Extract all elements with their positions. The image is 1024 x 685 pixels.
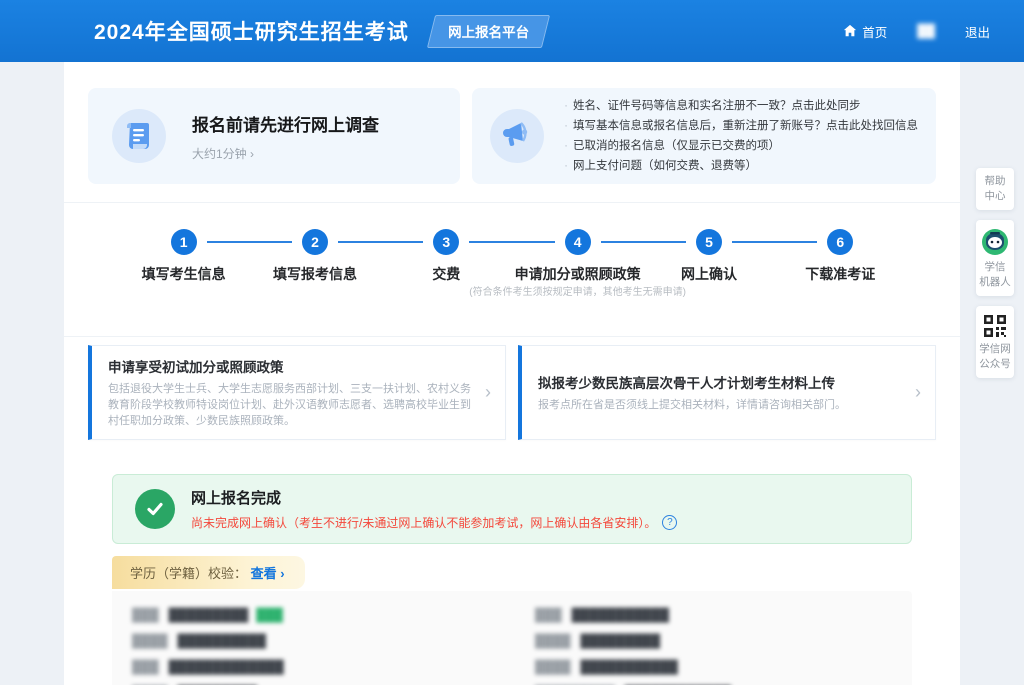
notice-item[interactable]: 姓名、证件号码等信息和实名注册不一致？点击此处同步 — [564, 96, 918, 116]
chevron-right-icon: › — [915, 382, 921, 403]
bonus-policy-card[interactable]: 申请享受初试加分或照顾政策 包括退役大学生士兵、大学生志愿服务西部计划、三支一扶… — [88, 345, 506, 440]
info-column-right: ███ ███████████ ████ █████████ ████ ████… — [535, 602, 892, 685]
step-label: 下载准考证 — [775, 264, 906, 284]
step-label: 填写考生信息 — [118, 264, 249, 284]
chatbot-widget[interactable]: 学信 机器人 — [976, 220, 1014, 296]
survey-icon-circle — [112, 109, 166, 163]
divider — [64, 336, 960, 337]
step-number: 6 — [827, 229, 853, 255]
policy-cards-row: 申请享受初试加分或照顾政策 包括退役大学生士兵、大学生志愿服务西部计划、三支一扶… — [88, 345, 936, 440]
edu-check-tag: 学历（学籍）校验： 查看 › — [112, 556, 305, 589]
registration-info-panel: ███ █████████ ███ ████ ██████████ ███ ██… — [112, 591, 912, 685]
chevron-right-icon: › — [485, 382, 491, 403]
info-row: ████ █████████ — [132, 680, 489, 685]
platform-badge-label: 网上报名平台 — [448, 21, 529, 41]
step-label: 填写报考信息 — [249, 264, 380, 284]
logout-link[interactable]: 退出 — [965, 22, 990, 41]
help-center-widget[interactable]: 帮助 中心 — [976, 168, 1014, 210]
app-title: 2024年全国硕士研究生招生考试 — [94, 16, 409, 46]
step-number: 1 — [171, 229, 197, 255]
chevron-right-icon: › — [280, 566, 284, 581]
step-fill-application-info: 2 填写报考信息 — [249, 229, 380, 284]
step-download-ticket: 6 下载准考证 — [775, 229, 906, 284]
edu-check-view-link[interactable]: 查看 — [251, 566, 277, 581]
check-icon — [135, 489, 175, 529]
step-online-confirm: 5 网上确认 — [643, 229, 774, 284]
survey-subtitle[interactable]: 大约1分钟 › — [192, 145, 379, 162]
step-label: 网上确认 — [643, 264, 774, 284]
step-fill-candidate-info: 1 填写考生信息 — [118, 229, 249, 284]
steps-progress: 1 填写考生信息 2 填写报考信息 3 交费 4 申请加分或照顾政策 (符合条件… — [88, 203, 936, 318]
info-column-left: ███ █████████ ███ ████ ██████████ ███ ██… — [132, 602, 489, 685]
floating-widgets: 帮助 中心 学信 机器人 学信网 公众号 — [976, 168, 1014, 378]
notice-item[interactable]: 已取消的报名信息（仅显示已交费的项） — [564, 136, 918, 156]
help-icon[interactable]: ? — [662, 515, 677, 530]
step-label: 申请加分或照顾政策 — [512, 264, 643, 284]
info-row: ████ ███████████ — [535, 654, 892, 680]
survey-texts: 报名前请先进行网上调查 大约1分钟 › — [192, 111, 379, 162]
paid-status-badge: ███ — [256, 608, 283, 622]
policy-card-desc: 报考点所在省是否须线上提交相关材料，详情请咨询相关部门。 — [538, 397, 905, 413]
registration-complete-banner: 网上报名完成 尚未完成网上确认（考生不进行/未通过网上确认不能参加考试，网上确认… — [112, 474, 912, 544]
banner-title: 网上报名完成 — [191, 487, 677, 508]
notice-item[interactable]: 填写基本信息或报名信息后，重新注册了新账号？点击此处找回信息 — [564, 116, 918, 136]
megaphone-icon — [501, 121, 533, 151]
chevron-right-icon: › — [250, 147, 254, 161]
survey-card[interactable]: 报名前请先进行网上调查 大约1分钟 › — [88, 88, 460, 184]
step-payment: 3 交费 — [381, 229, 512, 284]
notices-icon-circle — [490, 109, 544, 163]
main-content: 报名前请先进行网上调查 大约1分钟 › 姓名、证件号码等信息和实名注册不一致？点… — [64, 62, 960, 685]
policy-card-desc: 包括退役大学生士兵、大学生志愿服务西部计划、三支一扶计划、农村义务教育阶段学校教… — [108, 381, 475, 429]
notice-item[interactable]: 网上支付问题（如何交费、退费等） — [564, 156, 918, 176]
qr-code-widget[interactable]: 学信网 公众号 — [976, 306, 1014, 378]
step-number: 3 — [433, 229, 459, 255]
qr-code-icon — [983, 314, 1007, 338]
info-row: ███ █████████████ — [132, 654, 489, 680]
document-icon — [124, 120, 154, 152]
survey-title: 报名前请先进行网上调查 — [192, 111, 379, 136]
policy-card-title: 申请享受初试加分或照顾政策 — [108, 356, 475, 376]
step-note: (符合条件考生须按规定申请，其他考生无需申请) — [469, 283, 686, 298]
notices-card: 姓名、证件号码等信息和实名注册不一致？点击此处同步 填写基本信息或报名信息后，重… — [472, 88, 936, 184]
platform-badge: 网上报名平台 — [427, 15, 550, 48]
edu-check-row: 学历（学籍）校验： 查看 › — [112, 556, 912, 589]
info-row: ████ █████████ — [535, 628, 892, 654]
info-row: ███ █████████ ███ — [132, 602, 489, 628]
app-header: 2024年全国硕士研究生招生考试 网上报名平台 首页 ██ 退出 — [0, 0, 1024, 62]
info-row: ███ ███████████ — [535, 602, 892, 628]
info-row: █████████ ████████████ — [535, 680, 892, 685]
notice-list: 姓名、证件号码等信息和实名注册不一致？点击此处同步 填写基本信息或报名信息后，重… — [564, 96, 918, 176]
nav-home-label: 首页 — [862, 22, 887, 41]
step-number: 4 — [565, 229, 591, 255]
policy-card-title: 拟报考少数民族高层次骨干人才计划考生材料上传 — [538, 372, 905, 392]
step-bonus-policy: 4 申请加分或照顾政策 (符合条件考生须按规定申请，其他考生无需申请) — [512, 229, 643, 284]
step-label: 交费 — [381, 264, 512, 284]
user-name[interactable]: ██ — [917, 24, 935, 38]
home-icon — [843, 24, 857, 38]
header-nav: 首页 ██ 退出 — [843, 22, 990, 41]
step-number: 5 — [696, 229, 722, 255]
robot-icon — [981, 228, 1009, 256]
top-cards-row: 报名前请先进行网上调查 大约1分钟 › 姓名、证件号码等信息和实名注册不一致？点… — [88, 88, 936, 184]
step-number: 2 — [302, 229, 328, 255]
minority-upload-card[interactable]: 拟报考少数民族高层次骨干人才计划考生材料上传 报考点所在省是否须线上提交相关材料… — [518, 345, 936, 440]
edu-check-label: 学历（学籍）校验： — [130, 566, 247, 581]
banner-warning: 尚未完成网上确认（考生不进行/未通过网上确认不能参加考试，网上确认由各省安排）。… — [191, 514, 677, 531]
nav-home[interactable]: 首页 — [843, 22, 887, 41]
info-row: ████ ██████████ — [132, 628, 489, 654]
